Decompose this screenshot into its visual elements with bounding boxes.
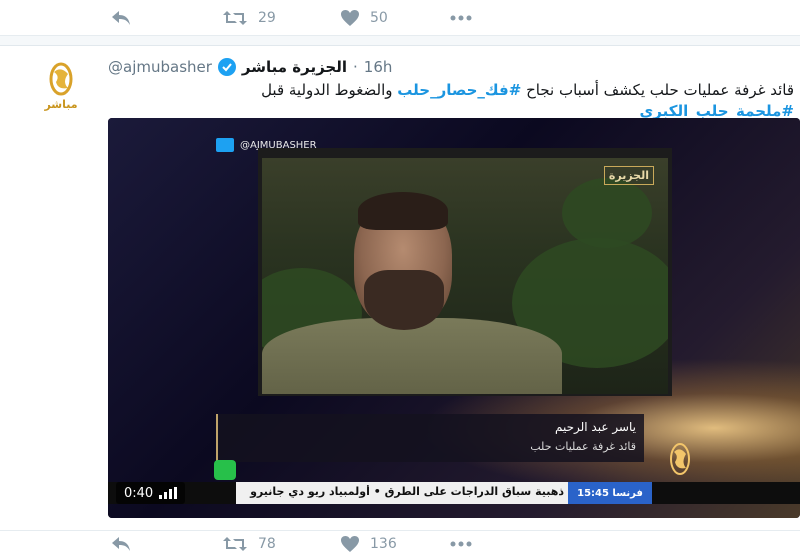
like-count: 136 [370,536,397,552]
ticker-text: ذهبية سباق الدراجات على الطرق • أولمبياد… [250,485,564,498]
foliage [562,178,652,248]
avatar-label: مباشر [44,98,78,111]
al-jazeera-logo-icon [49,62,73,96]
previous-tweet-actions: 29 50 [0,0,800,36]
more-icon [450,15,472,20]
lower-third: ياسر عبد الرحيم قائد غرفة عمليات حلب [216,414,644,462]
person-hair [358,192,448,230]
hashtag-link[interactable]: #فك_حصار_حلب [397,81,521,99]
video-player[interactable]: @AJMUBASHER الجزيرة ياسر عبد الرحيم قائد… [108,118,800,518]
speaker-title: قائد غرفة عمليات حلب [530,440,636,453]
retweet-button[interactable]: 78 [222,535,276,553]
display-name[interactable]: الجزيرة مباشر [242,58,347,76]
tweet-divider [0,36,800,46]
tweet-timestamp[interactable]: 16h [364,58,393,76]
reply-button[interactable] [110,535,132,553]
video-duration-badge: 0:40 [116,482,186,504]
like-button[interactable]: 136 [340,535,397,553]
tweet-actions: 78 136 [0,530,800,557]
whatsapp-icon [214,460,236,480]
twitter-bird-icon [216,138,234,152]
user-handle[interactable]: @ajmubasher [108,58,212,76]
reply-icon [112,537,130,551]
tweet-text-prefix: قائد غرفة عمليات حلب يكشف أسباب نجاح [521,81,794,99]
al-jazeera-watermark-icon [660,434,700,478]
duration-text: 0:40 [124,485,154,501]
retweet-button[interactable]: 29 [222,9,276,27]
retweet-count: 29 [258,9,276,26]
retweet-icon [223,10,247,25]
channel-logo: الجزيرة [603,166,654,185]
tweet-text-middle: والضغوط الدولية قبل [261,81,398,99]
more-icon [450,541,472,547]
reply-icon [112,10,130,25]
retweet-icon [223,537,247,551]
video-still: الجزيرة [262,158,668,394]
heart-icon [341,536,359,552]
ticker-tag: فرنسا 15:45 [568,482,652,504]
signal-bars-icon [159,487,178,499]
like-count: 50 [370,9,388,26]
tweet-header: @ajmubasher الجزيرة مباشر · 16h [108,56,392,78]
more-button[interactable] [450,15,472,21]
tweet-text: قائد غرفة عمليات حلب يكشف أسباب نجاح #فك… [104,80,794,122]
avatar[interactable]: مباشر [38,62,84,114]
like-button[interactable]: 50 [340,9,388,27]
reply-button[interactable] [110,9,132,27]
speaker-name: ياسر عبد الرحيم [554,420,636,434]
heart-icon [341,9,359,26]
person-beard [364,270,444,330]
retweet-count: 78 [258,536,276,552]
more-button[interactable] [450,541,472,547]
verified-badge-icon [217,58,236,76]
separator-dot: · [353,58,358,76]
